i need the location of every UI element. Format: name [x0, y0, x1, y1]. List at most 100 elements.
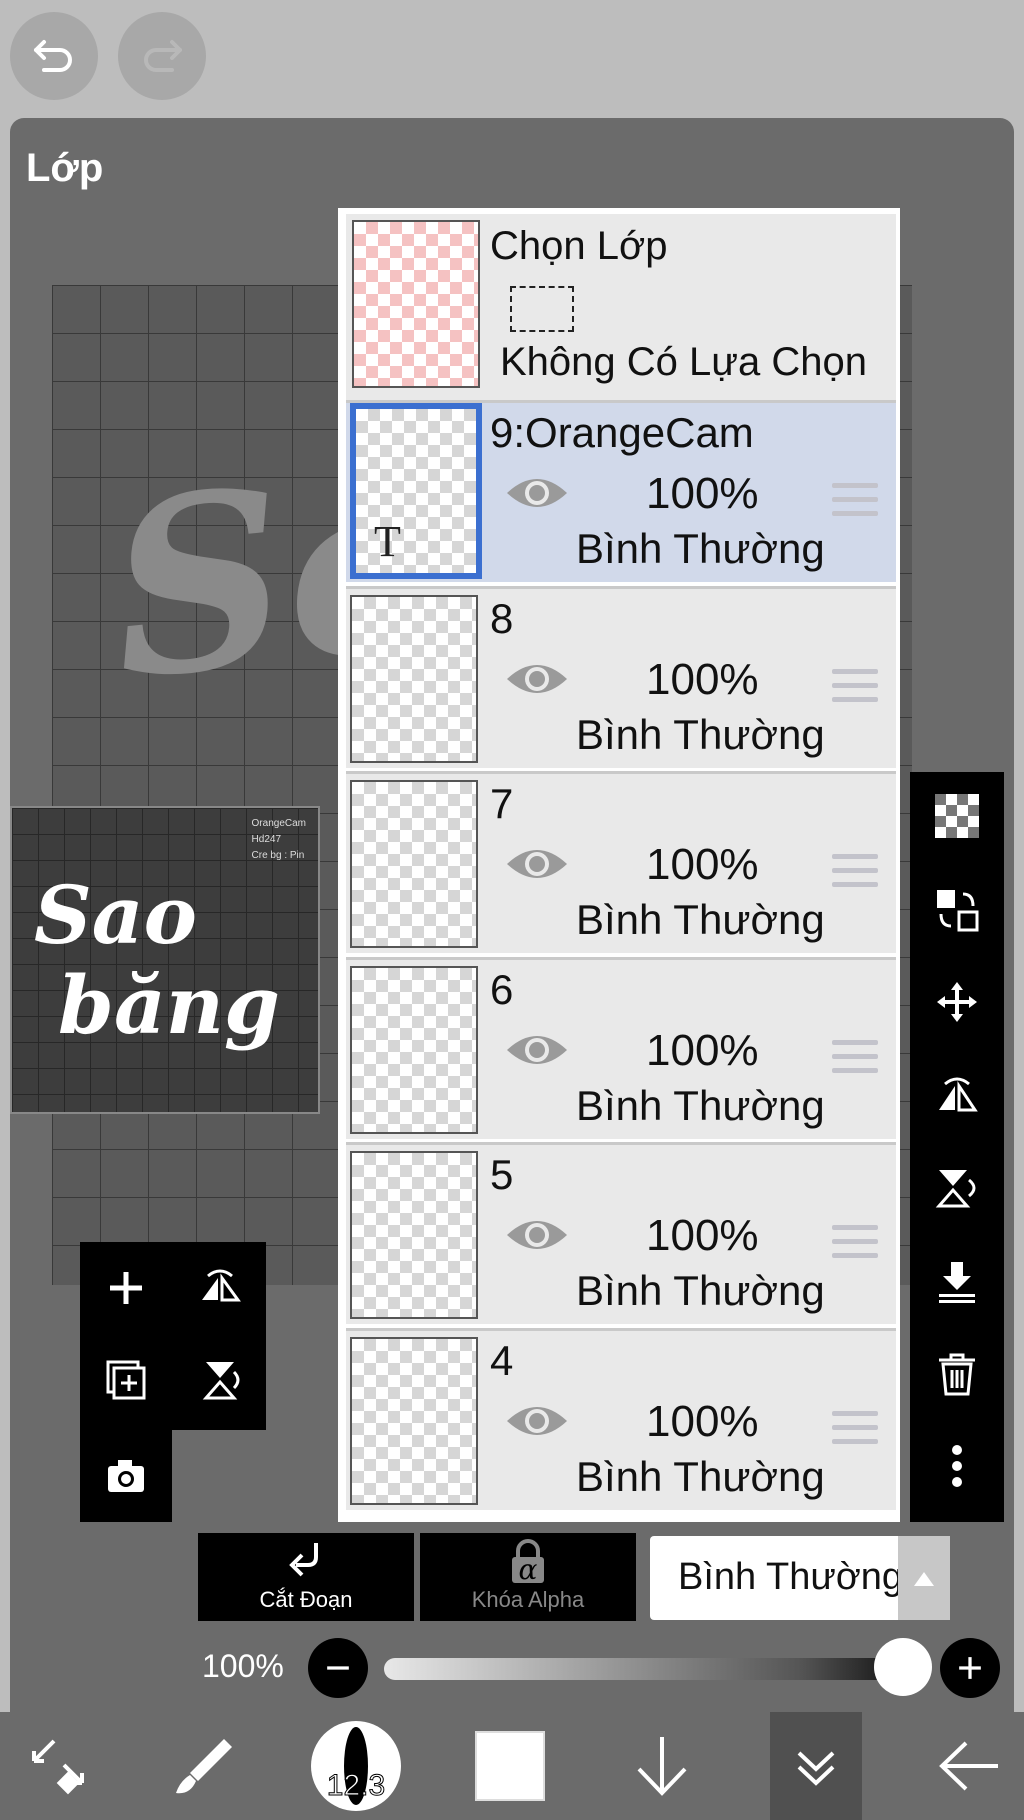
- flip-vertical-side-button[interactable]: [927, 1158, 987, 1218]
- duplicate-icon: [106, 1360, 146, 1400]
- layer-opacity: 100%: [646, 1025, 759, 1075]
- visibility-eye-icon[interactable]: [504, 657, 570, 701]
- layer-name: 9:OrangeCam: [490, 409, 754, 456]
- visibility-eye-icon[interactable]: [504, 471, 570, 515]
- layer-thumbnail: [350, 594, 478, 763]
- duplicate-layer-button[interactable]: [96, 1350, 156, 1410]
- triangle-up-icon: [914, 1572, 934, 1586]
- selection-layer-row[interactable]: Chọn Lớp Không Có Lựa Chọn: [346, 214, 896, 400]
- layer-thumbnail: [350, 1336, 478, 1505]
- merge-down-button[interactable]: [927, 1252, 987, 1312]
- move-button[interactable]: [927, 972, 987, 1032]
- thumbnail-title-line2: băng: [58, 958, 280, 1052]
- drag-handle-icon[interactable]: [832, 1410, 878, 1453]
- layer-opacity: 100%: [646, 654, 759, 704]
- selection-layer-thumbnail: [352, 220, 480, 388]
- redo-button[interactable]: [118, 12, 206, 100]
- layer-thumbnail: [350, 780, 478, 948]
- blend-mode-value: Bình Thường: [678, 1556, 904, 1598]
- delete-layer-button[interactable]: [927, 1344, 987, 1404]
- layer-name: 8: [490, 594, 514, 642]
- visibility-eye-icon[interactable]: [504, 1213, 570, 1257]
- layers-list[interactable]: Chọn Lớp Không Có Lựa Chọn T 9:OrangeCam 1…: [338, 208, 900, 1522]
- clipping-button[interactable]: Cắt Đoạn: [198, 1533, 414, 1621]
- arrow-down-icon: [637, 1737, 687, 1796]
- color-button[interactable]: [472, 1712, 548, 1820]
- move-down-button[interactable]: [624, 1712, 700, 1820]
- layer-opacity: 100%: [646, 1211, 759, 1260]
- blend-mode-dropdown-arrow[interactable]: [898, 1536, 950, 1620]
- trash-icon: [939, 1353, 975, 1396]
- opacity-increase-button[interactable]: [940, 1638, 1000, 1698]
- navigator-thumbnail[interactable]: OrangeCam Hd247 Cre bg : Pin Sao băng: [10, 806, 320, 1114]
- brush-icon: [176, 1739, 232, 1794]
- layer-opacity: 100%: [646, 469, 759, 518]
- bottom-toolbar: 12.3: [0, 1712, 1024, 1820]
- brush-tool-button[interactable]: [158, 1712, 248, 1820]
- back-button[interactable]: [924, 1712, 1014, 1820]
- flip-horizontal-icon: [939, 1077, 978, 1112]
- layer-blend-mode: Bình Thường: [576, 1081, 825, 1129]
- arrow-left-icon: [939, 1741, 998, 1791]
- layer-blend-mode: Bình Thường: [576, 525, 825, 572]
- flip-horizontal-button[interactable]: [190, 1258, 250, 1318]
- blend-mode-select[interactable]: Bình Thường: [650, 1536, 950, 1620]
- undo-button[interactable]: [10, 12, 98, 100]
- layer-blend-mode: Bình Thường: [576, 710, 825, 758]
- drag-handle-icon[interactable]: [832, 854, 878, 896]
- text-layer-icon: T: [374, 517, 401, 566]
- layer-opacity: 100%: [646, 840, 759, 889]
- minus-icon: [327, 1666, 349, 1670]
- camera-button[interactable]: [96, 1446, 156, 1506]
- flip-vertical-button[interactable]: [190, 1350, 250, 1410]
- move-icon: [937, 982, 977, 1022]
- layer-name: 6: [490, 965, 514, 1013]
- opacity-slider-knob[interactable]: [874, 1638, 932, 1696]
- swap-layer-button[interactable]: [927, 880, 987, 940]
- visibility-eye-icon[interactable]: [504, 1028, 570, 1072]
- layer-row[interactable]: 5 100% Bình Thường: [346, 1142, 896, 1324]
- layer-row[interactable]: T 9:OrangeCam 100% Bình Thường: [346, 400, 896, 582]
- layer-row[interactable]: 6 100% Bình Thường: [346, 956, 896, 1139]
- plus-icon: [959, 1657, 981, 1679]
- more-options-button[interactable]: [927, 1436, 987, 1496]
- more-vertical-icon: [952, 1445, 962, 1487]
- alpha-lock-label: Khóa Alpha: [471, 1587, 585, 1612]
- alpha-lock-button[interactable]: α Khóa Alpha: [420, 1533, 636, 1621]
- layer-panel-button[interactable]: [770, 1712, 862, 1820]
- thumbnail-credit: OrangeCam Hd247 Cre bg : Pin: [251, 818, 306, 861]
- layer-row[interactable]: 8 100% Bình Thường: [346, 585, 896, 768]
- layer-row[interactable]: 4 100% Bình Thường: [346, 1327, 896, 1510]
- drag-handle-icon[interactable]: [832, 668, 878, 711]
- drag-handle-icon[interactable]: [832, 1039, 878, 1082]
- panel-title: Lớp: [26, 146, 104, 190]
- layer-opacity: 100%: [646, 1396, 759, 1446]
- transform-tool-button[interactable]: [14, 1712, 104, 1820]
- opacity-decrease-button[interactable]: [308, 1638, 368, 1698]
- layer-thumbnail: T: [350, 403, 482, 579]
- flip-horizontal-side-button[interactable]: [927, 1064, 987, 1124]
- clip-arrow-icon: [289, 1543, 318, 1577]
- visibility-eye-icon[interactable]: [504, 1399, 570, 1443]
- drag-handle-icon[interactable]: [832, 483, 878, 525]
- layer-name: 7: [490, 780, 514, 827]
- transparency-button[interactable]: [927, 786, 987, 846]
- selection-marquee-icon: [510, 286, 574, 332]
- drag-handle-icon[interactable]: [832, 1225, 878, 1267]
- flip-vertical-icon: [202, 1362, 240, 1400]
- double-chevron-down-icon: [797, 1751, 835, 1786]
- brush-size-button[interactable]: 12.3: [308, 1712, 404, 1820]
- plus-icon: [110, 1272, 142, 1304]
- alpha-symbol: α: [518, 1553, 538, 1586]
- layer-row[interactable]: 7 100% Bình Thường: [346, 771, 896, 953]
- add-layer-button[interactable]: [96, 1258, 156, 1318]
- layer-blend-mode: Bình Thường: [576, 1267, 825, 1314]
- checkerboard-icon: [935, 794, 979, 838]
- clipping-label: Cắt Đoạn: [259, 1587, 353, 1612]
- layer-blend-mode: Bình Thường: [576, 1452, 825, 1500]
- layer-side-toolbar: [910, 772, 1004, 1522]
- selection-layer-title: Chọn Lớp: [490, 224, 668, 268]
- opacity-slider-track[interactable]: [384, 1658, 904, 1680]
- visibility-eye-icon[interactable]: [504, 842, 570, 886]
- layer-thumbnail: [350, 965, 478, 1134]
